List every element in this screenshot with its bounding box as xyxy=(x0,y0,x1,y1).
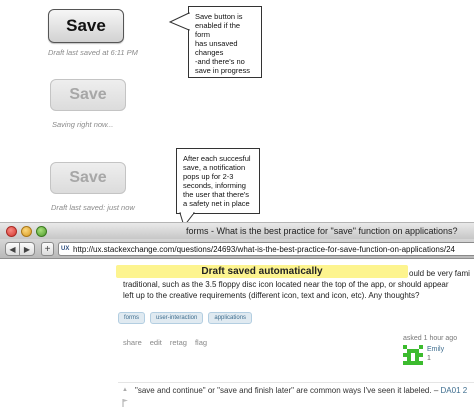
just-saved-note: Draft last saved: just now xyxy=(51,203,135,212)
window-title: forms - What is the best practice for "s… xyxy=(186,226,458,236)
question-line: left up to the creative requirements (di… xyxy=(123,291,420,300)
address-bar[interactable]: UX http://ux.stackexchange.com/questions… xyxy=(58,242,474,256)
comment-divider xyxy=(118,382,474,383)
user-reputation: 1 xyxy=(427,355,431,362)
retag-link[interactable]: retag xyxy=(170,338,187,347)
user-name-link[interactable]: Emily xyxy=(427,346,444,353)
draft-saved-toast: Draft saved automatically xyxy=(116,265,408,278)
browser-toolbar: ◀ ▶ + UX http://ux.stackexchange.com/que… xyxy=(0,239,474,259)
add-bookmark-button[interactable]: + xyxy=(41,242,54,256)
page-content: ould be very fami traditional, such as t… xyxy=(0,260,474,409)
comment-author-link[interactable]: DA01 2 xyxy=(441,386,468,395)
save-button-saving: Save xyxy=(50,79,126,111)
zoom-window-icon[interactable] xyxy=(36,226,47,237)
comment: "save and continue" or "save and finish … xyxy=(135,386,467,395)
tag-list: forms user-interaction applications xyxy=(118,312,253,324)
url-text: http://ux.stackexchange.com/questions/24… xyxy=(73,245,455,254)
post-actions: share edit retag flag xyxy=(123,338,207,347)
save-button-just-saved: Save xyxy=(50,162,126,194)
site-favicon-icon: UX xyxy=(61,246,70,252)
saving-note: Saving right now... xyxy=(52,120,114,129)
tag-forms[interactable]: forms xyxy=(118,312,145,324)
browser-titlebar: forms - What is the best practice for "s… xyxy=(0,222,474,239)
edit-link[interactable]: edit xyxy=(150,338,162,347)
comment-text: "save and continue" or "save and finish … xyxy=(135,386,441,395)
asked-time: asked 1 hour ago xyxy=(403,335,458,342)
callout-enabled-rule: Save button is enabled if the form has u… xyxy=(188,6,262,78)
save-button-enabled[interactable]: Save xyxy=(48,9,124,43)
callout-tail-top xyxy=(168,12,190,31)
back-button[interactable]: ◀ xyxy=(5,242,20,256)
callout-notification-rule: After each succesful save, a notificatio… xyxy=(176,148,260,214)
close-window-icon[interactable] xyxy=(6,226,17,237)
upvote-comment-icon[interactable]: ▲ xyxy=(122,387,128,393)
browser-window: forms - What is the best practice for "s… xyxy=(0,222,474,409)
last-saved-note: Draft last saved at 6:11 PM xyxy=(48,48,138,57)
user-avatar[interactable] xyxy=(403,345,423,365)
question-line: traditional, such as the 3.5 floppy disc… xyxy=(123,280,449,289)
share-link[interactable]: share xyxy=(123,338,142,347)
tag-applications[interactable]: applications xyxy=(208,312,253,324)
tag-user-interaction[interactable]: user-interaction xyxy=(150,312,204,324)
forward-button[interactable]: ▶ xyxy=(20,242,35,256)
flag-icon[interactable] xyxy=(122,399,129,407)
minimize-window-icon[interactable] xyxy=(21,226,32,237)
flag-link[interactable]: flag xyxy=(195,338,207,347)
